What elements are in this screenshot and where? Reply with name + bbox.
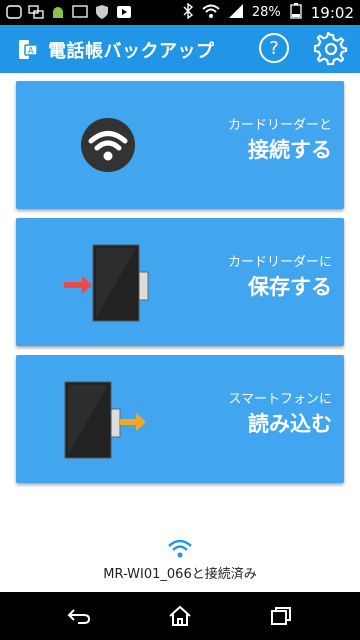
load-card-button[interactable]: スマートフォンに 読み込む xyxy=(16,355,344,483)
notification-icons xyxy=(6,4,132,20)
screen-mirror-icon xyxy=(28,4,44,20)
play-store-icon xyxy=(116,4,132,20)
connection-wifi-icon xyxy=(167,538,193,558)
recent-apps-icon[interactable] xyxy=(268,604,294,628)
load-from-reader-icon xyxy=(60,379,160,465)
save-card-subtitle: カードリーダーに xyxy=(227,255,332,270)
load-card-text: スマートフォンに 読み込む xyxy=(228,391,332,439)
signal-icon xyxy=(228,3,244,22)
settings-gear-icon[interactable] xyxy=(313,31,348,66)
connect-card-text: カードリーダーと 接続する xyxy=(228,117,332,165)
svg-text:A: A xyxy=(28,46,34,55)
load-card-subtitle: スマートフォンに xyxy=(228,392,332,407)
save-card-title: 保存する xyxy=(248,275,332,299)
connect-card-subtitle: カードリーダーと xyxy=(227,118,332,133)
wifi-status-icon xyxy=(202,4,220,21)
help-button[interactable]: ? xyxy=(259,33,289,63)
line-app-icon xyxy=(6,4,22,20)
android-debug-icon xyxy=(50,4,66,20)
connect-card-button[interactable]: カードリーダーと 接続する xyxy=(16,81,344,209)
save-to-reader-icon xyxy=(60,242,160,328)
battery-icon xyxy=(289,3,303,22)
app-logo-icon: A xyxy=(16,39,38,61)
clock: 19:02 xyxy=(310,3,354,22)
back-icon[interactable] xyxy=(66,604,92,628)
connect-card-title: 接続する xyxy=(248,138,332,162)
save-card-button[interactable]: カードリーダーに 保存する xyxy=(16,218,344,346)
battery-percent: 28% xyxy=(251,5,281,20)
connection-status-text: MR-WI01_066と接続済み xyxy=(103,567,257,582)
home-icon[interactable] xyxy=(167,604,193,628)
app-title: 電話帳バックアップ xyxy=(48,41,215,62)
shield-icon xyxy=(94,4,110,20)
wifi-circle-icon xyxy=(79,116,137,178)
system-status: 28% 19:02 xyxy=(182,2,354,22)
bluetooth-icon xyxy=(182,2,194,22)
status-bar: 28% 19:02 xyxy=(0,0,360,25)
save-card-text: カードリーダーに 保存する xyxy=(228,254,332,302)
navigation-bar xyxy=(0,592,360,640)
card-icon xyxy=(72,4,88,20)
help-icon: ? xyxy=(269,37,279,59)
app-bar: A 電話帳バックアップ ? xyxy=(0,25,360,73)
load-card-title: 読み込む xyxy=(248,412,332,436)
